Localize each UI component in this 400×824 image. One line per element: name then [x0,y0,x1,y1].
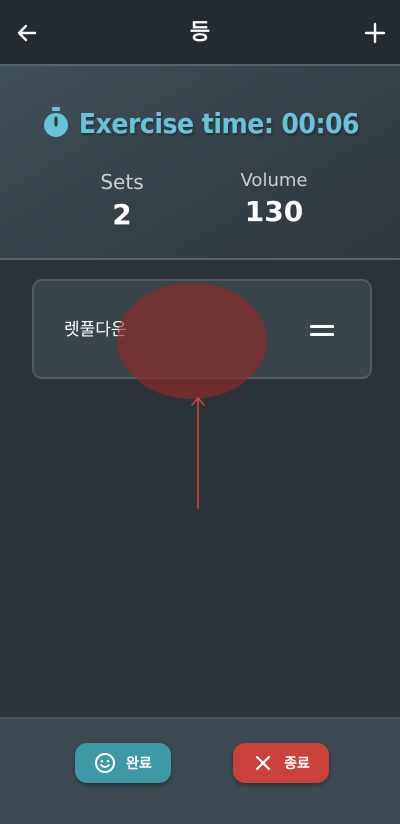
app-bar: 등 [0,0,400,64]
workout-summary: Exercise time: 00:06 Sets 2 Volume 130 [0,64,400,260]
sets-stat: Sets 2 [52,170,192,231]
bottom-action-bar: 완료 종료 [0,717,400,824]
end-button[interactable]: 종료 [233,743,329,783]
add-exercise-button[interactable] [358,16,392,50]
complete-label: 완료 [126,756,152,772]
exercise-list-item[interactable]: 렛풀다운 [32,279,372,379]
sets-value: 2 [112,198,132,231]
exercise-time-label: Exercise time: [78,106,274,140]
complete-button[interactable]: 완료 [75,743,171,783]
stopwatch-icon [43,107,68,137]
sets-label: Sets [100,170,144,194]
tap-arrow-icon [191,397,205,509]
exercise-time-row: Exercise time: 00:06 [0,106,400,140]
exercise-time-value: 00:06 [281,106,360,140]
drag-handle-icon[interactable] [310,325,334,337]
volume-stat: Volume 130 [204,170,344,228]
volume-label: Volume [240,170,308,191]
volume-value: 130 [244,195,304,228]
end-label: 종료 [284,756,310,772]
plus-icon [364,22,386,44]
close-icon [252,752,274,774]
smiley-icon [94,752,116,774]
page-title: 등 [189,20,211,45]
exercise-name: 렛풀다운 [64,320,127,340]
